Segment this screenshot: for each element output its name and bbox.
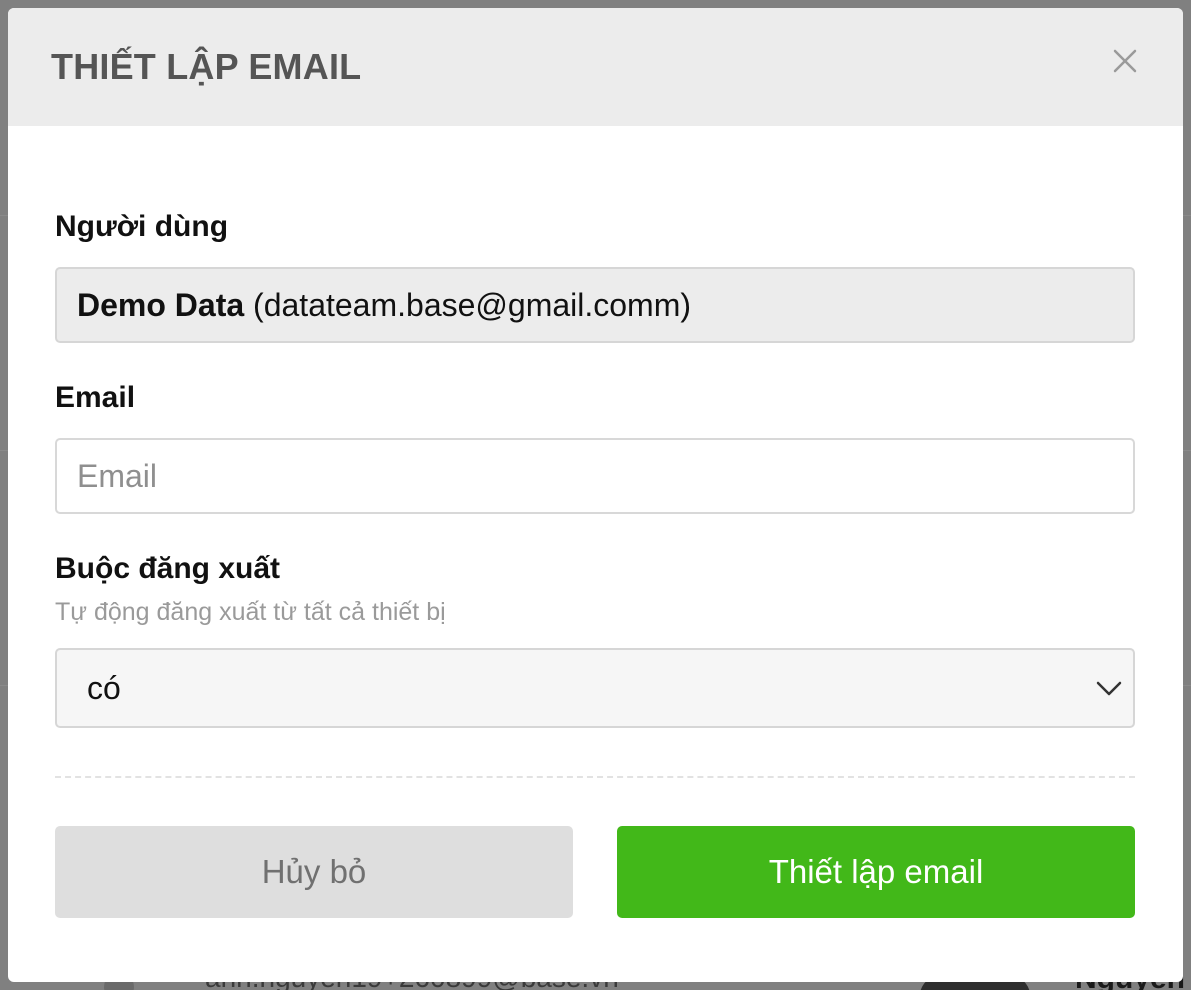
dialog-header: THIẾT LẬP EMAIL: [8, 8, 1183, 126]
user-label: Người dùng: [55, 210, 229, 243]
dialog-title: THIẾT LẬP EMAIL: [51, 46, 362, 87]
close-icon: [1113, 49, 1137, 73]
email-input[interactable]: [55, 438, 1135, 514]
close-button[interactable]: [1108, 44, 1142, 78]
user-email: (datateam.base@gmail.comm): [253, 286, 692, 323]
force-logout-selected-value: có: [87, 670, 121, 706]
force-logout-label: Buộc đăng xuất: [55, 552, 281, 585]
force-logout-select[interactable]: có: [55, 648, 1135, 728]
cancel-button[interactable]: Hủy bỏ: [55, 826, 573, 918]
footer-divider: [55, 776, 1135, 778]
user-name: Demo Data: [77, 286, 245, 323]
user-display-field: Demo Data (datateam.base@gmail.comm): [55, 267, 1135, 343]
email-label: Email: [55, 381, 136, 414]
set-email-dialog: THIẾT LẬP EMAIL Người dùng Demo Data (da…: [8, 8, 1183, 982]
force-logout-description: Tự động đăng xuất từ tất cả thiết bị: [55, 598, 446, 626]
set-email-button[interactable]: Thiết lập email: [617, 826, 1135, 918]
chevron-down-icon: [1096, 681, 1122, 696]
